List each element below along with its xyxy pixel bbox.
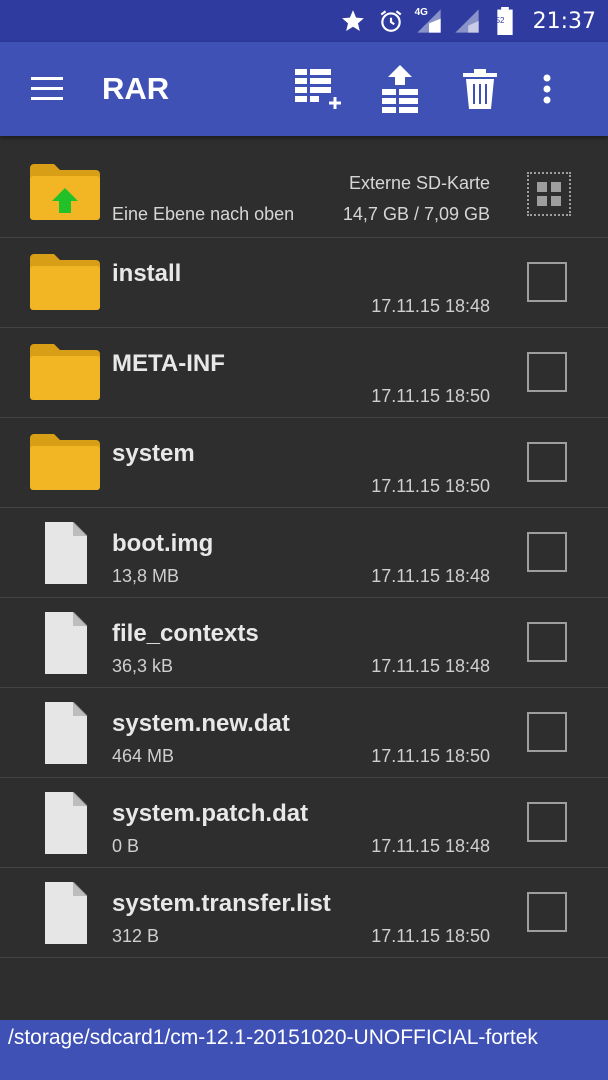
item-date: 17.11.15 18:48 xyxy=(371,296,490,316)
more-vertical-icon xyxy=(543,74,551,104)
alarm-icon xyxy=(377,7,405,35)
file-list: Eine Ebene nach oben Externe SD-Karte 14… xyxy=(0,148,608,958)
item-date: 17.11.15 18:50 xyxy=(371,476,490,496)
file-row[interactable]: system.patch.dat 0 B 17.11.15 18:48 xyxy=(0,778,608,868)
storage-space: 14,7 GB / 7,09 GB xyxy=(342,204,490,224)
item-size: 0 B xyxy=(112,836,140,856)
hamburger-menu-icon xyxy=(31,77,63,100)
signal-4g-icon: 4G xyxy=(415,7,443,35)
add-to-archive-icon xyxy=(295,69,341,109)
file-icon xyxy=(30,881,104,946)
extract-icon xyxy=(382,65,418,113)
item-date: 17.11.15 18:48 xyxy=(371,836,490,856)
select-checkbox[interactable] xyxy=(527,622,567,662)
file-icon xyxy=(30,791,104,856)
delete-button[interactable] xyxy=(440,42,520,136)
select-checkbox[interactable] xyxy=(527,892,567,932)
item-date: 17.11.15 18:48 xyxy=(371,566,490,586)
parent-folder-label: Eine Ebene nach oben xyxy=(112,204,295,224)
folder-row[interactable]: META-INF 17.11.15 18:50 xyxy=(0,328,608,418)
item-name: system.new.dat xyxy=(112,710,290,737)
folder-up-icon xyxy=(30,162,104,226)
delete-icon xyxy=(463,69,497,109)
item-date: 17.11.15 18:48 xyxy=(371,656,490,676)
item-size: 464 MB xyxy=(112,746,175,766)
file-row[interactable]: system.new.dat 464 MB 17.11.15 18:50 xyxy=(0,688,608,778)
app-title: RAR xyxy=(102,71,170,106)
folder-icon xyxy=(30,342,104,406)
signal-icon xyxy=(453,7,481,35)
star-icon xyxy=(339,7,367,35)
item-date: 17.11.15 18:50 xyxy=(371,386,490,406)
file-icon xyxy=(30,521,104,586)
select-checkbox[interactable] xyxy=(527,262,567,302)
item-name: system.transfer.list xyxy=(112,890,331,917)
item-name: boot.img xyxy=(112,530,214,557)
select-checkbox[interactable] xyxy=(527,352,567,392)
menu-button[interactable] xyxy=(0,42,94,136)
parent-folder-row[interactable]: Eine Ebene nach oben Externe SD-Karte 14… xyxy=(0,148,608,238)
file-icon xyxy=(30,611,104,676)
status-bar: 4G 52 21:37 xyxy=(0,0,608,42)
grid-view-toggle[interactable] xyxy=(527,172,571,216)
current-path: /storage/sdcard1/cm-12.1-20151020-UNOFFI… xyxy=(0,1020,608,1080)
file-row[interactable]: system.transfer.list 312 B 17.11.15 18:50 xyxy=(0,868,608,958)
file-icon xyxy=(30,701,104,766)
item-name: system.patch.dat xyxy=(112,800,309,827)
storage-name: Externe SD-Karte xyxy=(348,173,490,193)
folder-row[interactable]: system 17.11.15 18:50 xyxy=(0,418,608,508)
item-name: system xyxy=(112,440,195,467)
more-options-button[interactable] xyxy=(522,42,572,136)
file-row[interactable]: file_contexts 36,3 kB 17.11.15 18:48 xyxy=(0,598,608,688)
battery-icon: 52 xyxy=(491,7,519,35)
select-checkbox[interactable] xyxy=(527,712,567,752)
folder-row[interactable]: install 17.11.15 18:48 xyxy=(0,238,608,328)
network-type-label: 4G xyxy=(414,7,428,18)
item-size: 312 B xyxy=(112,926,160,946)
item-name: file_contexts xyxy=(112,620,259,647)
add-to-archive-button[interactable] xyxy=(280,42,360,136)
item-date: 17.11.15 18:50 xyxy=(371,926,490,946)
select-checkbox[interactable] xyxy=(527,442,567,482)
item-date: 17.11.15 18:50 xyxy=(371,746,490,766)
item-name: install xyxy=(112,260,182,287)
battery-level: 52 xyxy=(495,16,505,25)
file-row[interactable]: boot.img 13,8 MB 17.11.15 18:48 xyxy=(0,508,608,598)
extract-button[interactable] xyxy=(360,42,440,136)
item-name: META-INF xyxy=(112,350,225,377)
item-size: 36,3 kB xyxy=(112,656,174,676)
grid-icon xyxy=(537,182,561,206)
status-time: 21:37 xyxy=(532,8,596,34)
select-checkbox[interactable] xyxy=(527,802,567,842)
item-size: 13,8 MB xyxy=(112,566,180,586)
folder-icon xyxy=(30,432,104,496)
select-checkbox[interactable] xyxy=(527,532,567,572)
folder-icon xyxy=(30,252,104,316)
app-bar: RAR xyxy=(0,42,608,136)
